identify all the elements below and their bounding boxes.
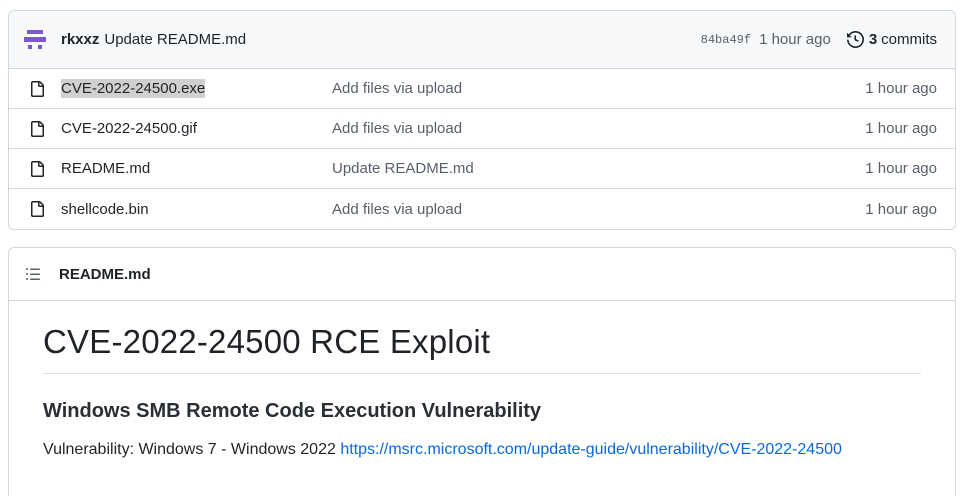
file-icon <box>29 120 45 138</box>
file-icon <box>29 160 45 178</box>
file-time: 1 hour ago <box>865 120 937 137</box>
file-name-link[interactable]: CVE-2022-24500.gif <box>61 120 332 137</box>
file-name-link[interactable]: CVE-2022-24500.exe <box>61 79 332 98</box>
file-row[interactable]: CVE-2022-24500.exe Add files via upload … <box>9 69 955 109</box>
commit-sha-link[interactable]: 84ba49f <box>701 33 751 47</box>
readme-body: CVE-2022-24500 RCE Exploit Windows SMB R… <box>9 301 955 459</box>
file-name-selected: CVE-2022-24500.exe <box>61 79 206 98</box>
file-commit-message-link[interactable]: Update README.md <box>332 160 865 177</box>
file-icon <box>29 80 45 98</box>
file-time: 1 hour ago <box>865 200 937 218</box>
commit-time: 1 hour ago <box>759 31 831 48</box>
commit-history-link[interactable]: 3 commits <box>846 31 937 48</box>
readme-subtitle: Windows SMB Remote Code Execution Vulner… <box>43 400 542 422</box>
file-row[interactable]: CVE-2022-24500.gif Add files via upload … <box>9 109 955 149</box>
file-row[interactable]: README.md Update README.md 1 hour ago <box>9 149 955 189</box>
readme-text: Vulnerability: Windows 7 - Windows 2022 <box>43 441 336 458</box>
commit-author-link[interactable]: rkxxz <box>61 31 99 48</box>
file-icon <box>29 200 45 218</box>
readme-header: README.md <box>9 248 955 301</box>
commit-count-label: commits <box>881 31 937 48</box>
file-commit-message-link[interactable]: Add files via upload <box>332 80 865 97</box>
readme-paragraph: Vulnerability: Windows 7 - Windows 2022 … <box>43 441 921 459</box>
file-time: 1 hour ago <box>865 160 937 177</box>
commit-count: 3 <box>868 31 878 48</box>
file-name-link[interactable]: README.md <box>61 160 332 177</box>
readme-link[interactable]: https://msrc.microsoft.com/update-guide/… <box>340 441 842 458</box>
file-name-link[interactable]: shellcode.bin <box>61 201 332 218</box>
readme-filename: README.md <box>59 265 151 283</box>
readme-panel: README.md CVE-2022-24500 RCE Exploit Win… <box>8 247 956 496</box>
file-browser: rkxxz Update README.md 84ba49f 1 hour ag… <box>8 10 956 230</box>
file-commit-message-link[interactable]: Add files via upload <box>332 120 865 137</box>
file-commit-message-link[interactable]: Add files via upload <box>332 201 865 218</box>
file-time: 1 hour ago <box>865 80 937 97</box>
commit-message-link[interactable]: Update README.md <box>104 31 246 48</box>
list-unordered-icon[interactable] <box>25 266 41 282</box>
avatar[interactable] <box>23 28 47 52</box>
readme-title: CVE-2022-24500 RCE Exploit <box>43 323 921 374</box>
latest-commit-bar: rkxxz Update README.md 84ba49f 1 hour ag… <box>9 11 955 69</box>
history-icon <box>846 31 864 48</box>
identicon-avatar-icon <box>24 29 46 49</box>
file-row[interactable]: shellcode.bin Add files via upload 1 hou… <box>9 189 955 229</box>
